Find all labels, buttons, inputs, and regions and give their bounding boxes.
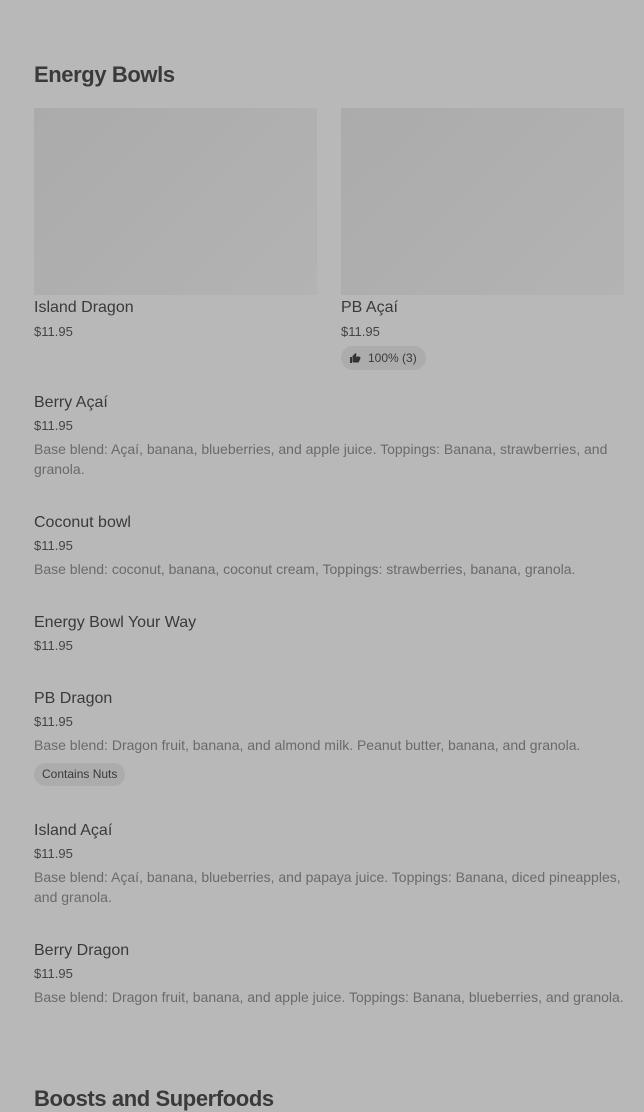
item-description: Base blend: Açaí, banana, blueberries, a… — [34, 441, 608, 477]
item-name: Berry Açaí — [34, 394, 108, 411]
item-name: PB Dragon — [34, 690, 113, 707]
menu-item-berry-acai[interactable]: Berry Açaí $11.95 Base blend: Açaí, bana… — [34, 393, 624, 479]
item-price: $11.95 — [34, 418, 73, 433]
item-price: $11.95 — [34, 538, 73, 553]
item-name: Berry Dragon — [34, 942, 130, 959]
item-image-placeholder[interactable] — [34, 108, 317, 295]
item-name: Coconut bowl — [34, 514, 131, 531]
menu-item-island-acai[interactable]: Island Açaí $11.95 Base blend: Açaí, ban… — [34, 821, 624, 907]
item-name: Island Açaí — [34, 822, 113, 839]
item-name: Island Dragon — [34, 299, 134, 316]
menu-item-pb-dragon[interactable]: PB Dragon $11.95 Base blend: Dragon frui… — [34, 689, 624, 786]
section-title-energy-bowls: Energy Bowls — [34, 62, 175, 87]
section-title-boosts-and-superfoods: Boosts and Superfoods — [34, 1086, 274, 1111]
rating-text: 100% (3) — [368, 351, 417, 365]
item-price: $11.95 — [34, 966, 73, 981]
featured-item-card[interactable]: PB Açaí $11.95 100% (3) — [341, 108, 624, 370]
item-price: $11.95 — [34, 846, 73, 861]
item-price: $11.95 — [341, 324, 380, 339]
menu-item-berry-dragon[interactable]: Berry Dragon $11.95 Base blend: Dragon f… — [34, 941, 624, 1007]
menu-item-energy-bowl-your-way[interactable]: Energy Bowl Your Way $11.95 — [34, 613, 624, 654]
item-price: $11.95 — [34, 324, 73, 339]
item-image-placeholder[interactable] — [341, 108, 624, 295]
item-description: Base blend: Açaí, banana, blueberries, a… — [34, 869, 621, 905]
allergen-tag: Contains Nuts — [34, 763, 126, 786]
item-description: Base blend: Dragon fruit, banana, and ap… — [34, 989, 624, 1005]
rating-badge: 100% (3) — [341, 346, 426, 370]
item-price: $11.95 — [34, 638, 73, 653]
thumbs-up-icon — [350, 353, 361, 363]
item-description: Base blend: coconut, banana, coconut cre… — [34, 561, 576, 577]
featured-item-card[interactable]: Island Dragon $11.95 — [34, 108, 317, 339]
item-description: Base blend: Dragon fruit, banana, and al… — [34, 737, 581, 753]
item-price: $11.95 — [34, 714, 73, 729]
item-name: Energy Bowl Your Way — [34, 614, 197, 631]
menu-item-coconut-bowl[interactable]: Coconut bowl $11.95 Base blend: coconut,… — [34, 513, 624, 579]
item-name: PB Açaí — [341, 299, 398, 316]
